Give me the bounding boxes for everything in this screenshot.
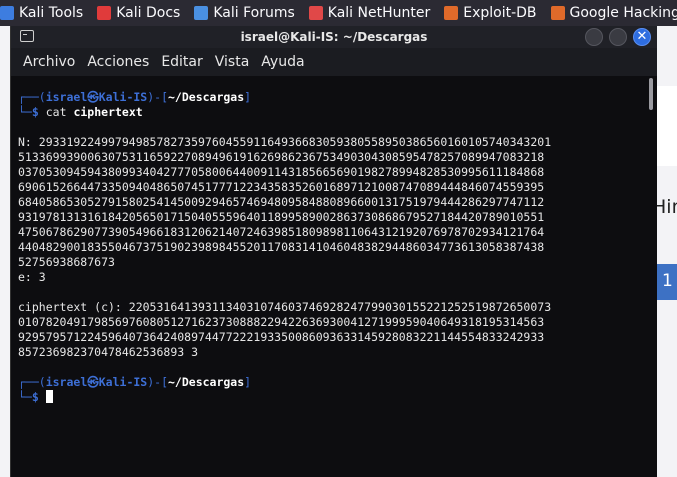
hint-number-badge[interactable]: 1	[656, 264, 677, 300]
bookmark-label: Kali Forums	[213, 5, 295, 21]
output-line: 0370530945943809934042777058006440091143…	[18, 165, 545, 179]
output-line: ciphertext (c): 220531641393113403107460…	[18, 300, 552, 314]
terminal-output[interactable]: ┌──(israel㉿Kali-IS)-[~/Descargas] └─$ ca…	[11, 76, 657, 477]
output-line: 6906152664473350940486507451777122343583…	[18, 180, 545, 194]
output-line: 857236982370478462536893 3	[18, 345, 199, 359]
bookmarks-toolbar: Kali Tools Kali Docs Kali Forums Kali NetHu…	[0, 0, 677, 26]
terminal-titlebar[interactable]: israel@Kali-IS: ~/Descargas ✕	[11, 26, 657, 48]
output-line: 52756938687673	[18, 255, 115, 269]
text-cursor	[45, 390, 53, 403]
output-line: 9319781313161842056501715040555964011899…	[18, 210, 545, 224]
forums-icon	[194, 6, 209, 20]
kali-icon	[0, 6, 14, 20]
exploitdb-icon	[444, 6, 459, 20]
prompt-path: ~/Descargas	[168, 90, 245, 104]
menu-archivo[interactable]: Archivo	[17, 54, 81, 70]
terminal-window[interactable]: israel@Kali-IS: ~/Descargas ✕ Archivo Acc…	[10, 26, 657, 477]
menu-vista[interactable]: Vista	[209, 54, 256, 70]
output-line: 4404829001835504673751902398984552011708…	[18, 240, 545, 254]
bookmark-docs[interactable]: Kali Docs	[97, 5, 180, 21]
close-button[interactable]: ✕	[633, 28, 651, 46]
bookmark-label: Kali Tools	[19, 5, 84, 21]
output-line: N: 2933192249979498578273597604559116493…	[18, 135, 552, 149]
bookmark-ghdb[interactable]: Google Hacking DB	[550, 5, 677, 21]
bookmark-forums[interactable]: Kali Forums	[194, 5, 295, 21]
bookmark-label: Google Hacking DB	[569, 5, 677, 21]
bookmark-label: Exploit-DB	[463, 5, 537, 21]
command-line-2[interactable]: └─$	[18, 390, 657, 405]
bookmark-exploitdb[interactable]: Exploit-DB	[444, 5, 537, 21]
nethunter-icon	[308, 6, 323, 20]
ghdb-icon	[550, 6, 565, 20]
output-line: e: 3	[18, 270, 46, 284]
terminal-icon	[20, 30, 34, 42]
menu-editar[interactable]: Editar	[155, 54, 208, 70]
command-name: cat	[45, 105, 67, 119]
command-arg: ciphertext	[73, 105, 143, 119]
bookmark-label: Kali NetHunter	[327, 5, 431, 21]
menu-acciones[interactable]: Acciones	[81, 54, 155, 70]
page-side-panel	[655, 86, 677, 166]
prompt-user-host: israel㉿Kali-IS	[45, 90, 148, 104]
minimize-button[interactable]	[585, 28, 603, 46]
bookmark-nethunter[interactable]: Kali NetHunter	[308, 5, 431, 21]
docs-icon	[97, 6, 112, 20]
bookmark-kali[interactable]: Kali Tools	[0, 5, 83, 21]
window-title: israel@Kali-IS: ~/Descargas	[240, 30, 428, 44]
output-line: 0107820491798569760805127162373088822942…	[18, 315, 545, 329]
output-line: 4750678629077390549661831206214072463985…	[18, 225, 545, 239]
prompt-line-2: ┌──(israel㉿Kali-IS)-[~/Descargas]	[18, 375, 252, 389]
output-line: 9295795712245964073642408974477222193350…	[18, 330, 545, 344]
prompt-line-1: ┌──(israel㉿Kali-IS)-[~/Descargas]	[18, 90, 252, 104]
terminal-menubar: Archivo Acciones Editar Vista Ayuda	[11, 48, 657, 76]
command-output: N: 2933192249979498578273597604559116493…	[18, 135, 657, 360]
bookmark-label: Kali Docs	[116, 5, 181, 21]
output-line: 6840586530527915802541450092946574694809…	[18, 195, 545, 209]
menu-ayuda[interactable]: Ayuda	[255, 54, 310, 70]
output-line: 5133699390063075311659227089496191626986…	[18, 150, 545, 164]
command-line-1: └─$ cat ciphertext	[18, 105, 143, 119]
maximize-button[interactable]	[609, 28, 627, 46]
